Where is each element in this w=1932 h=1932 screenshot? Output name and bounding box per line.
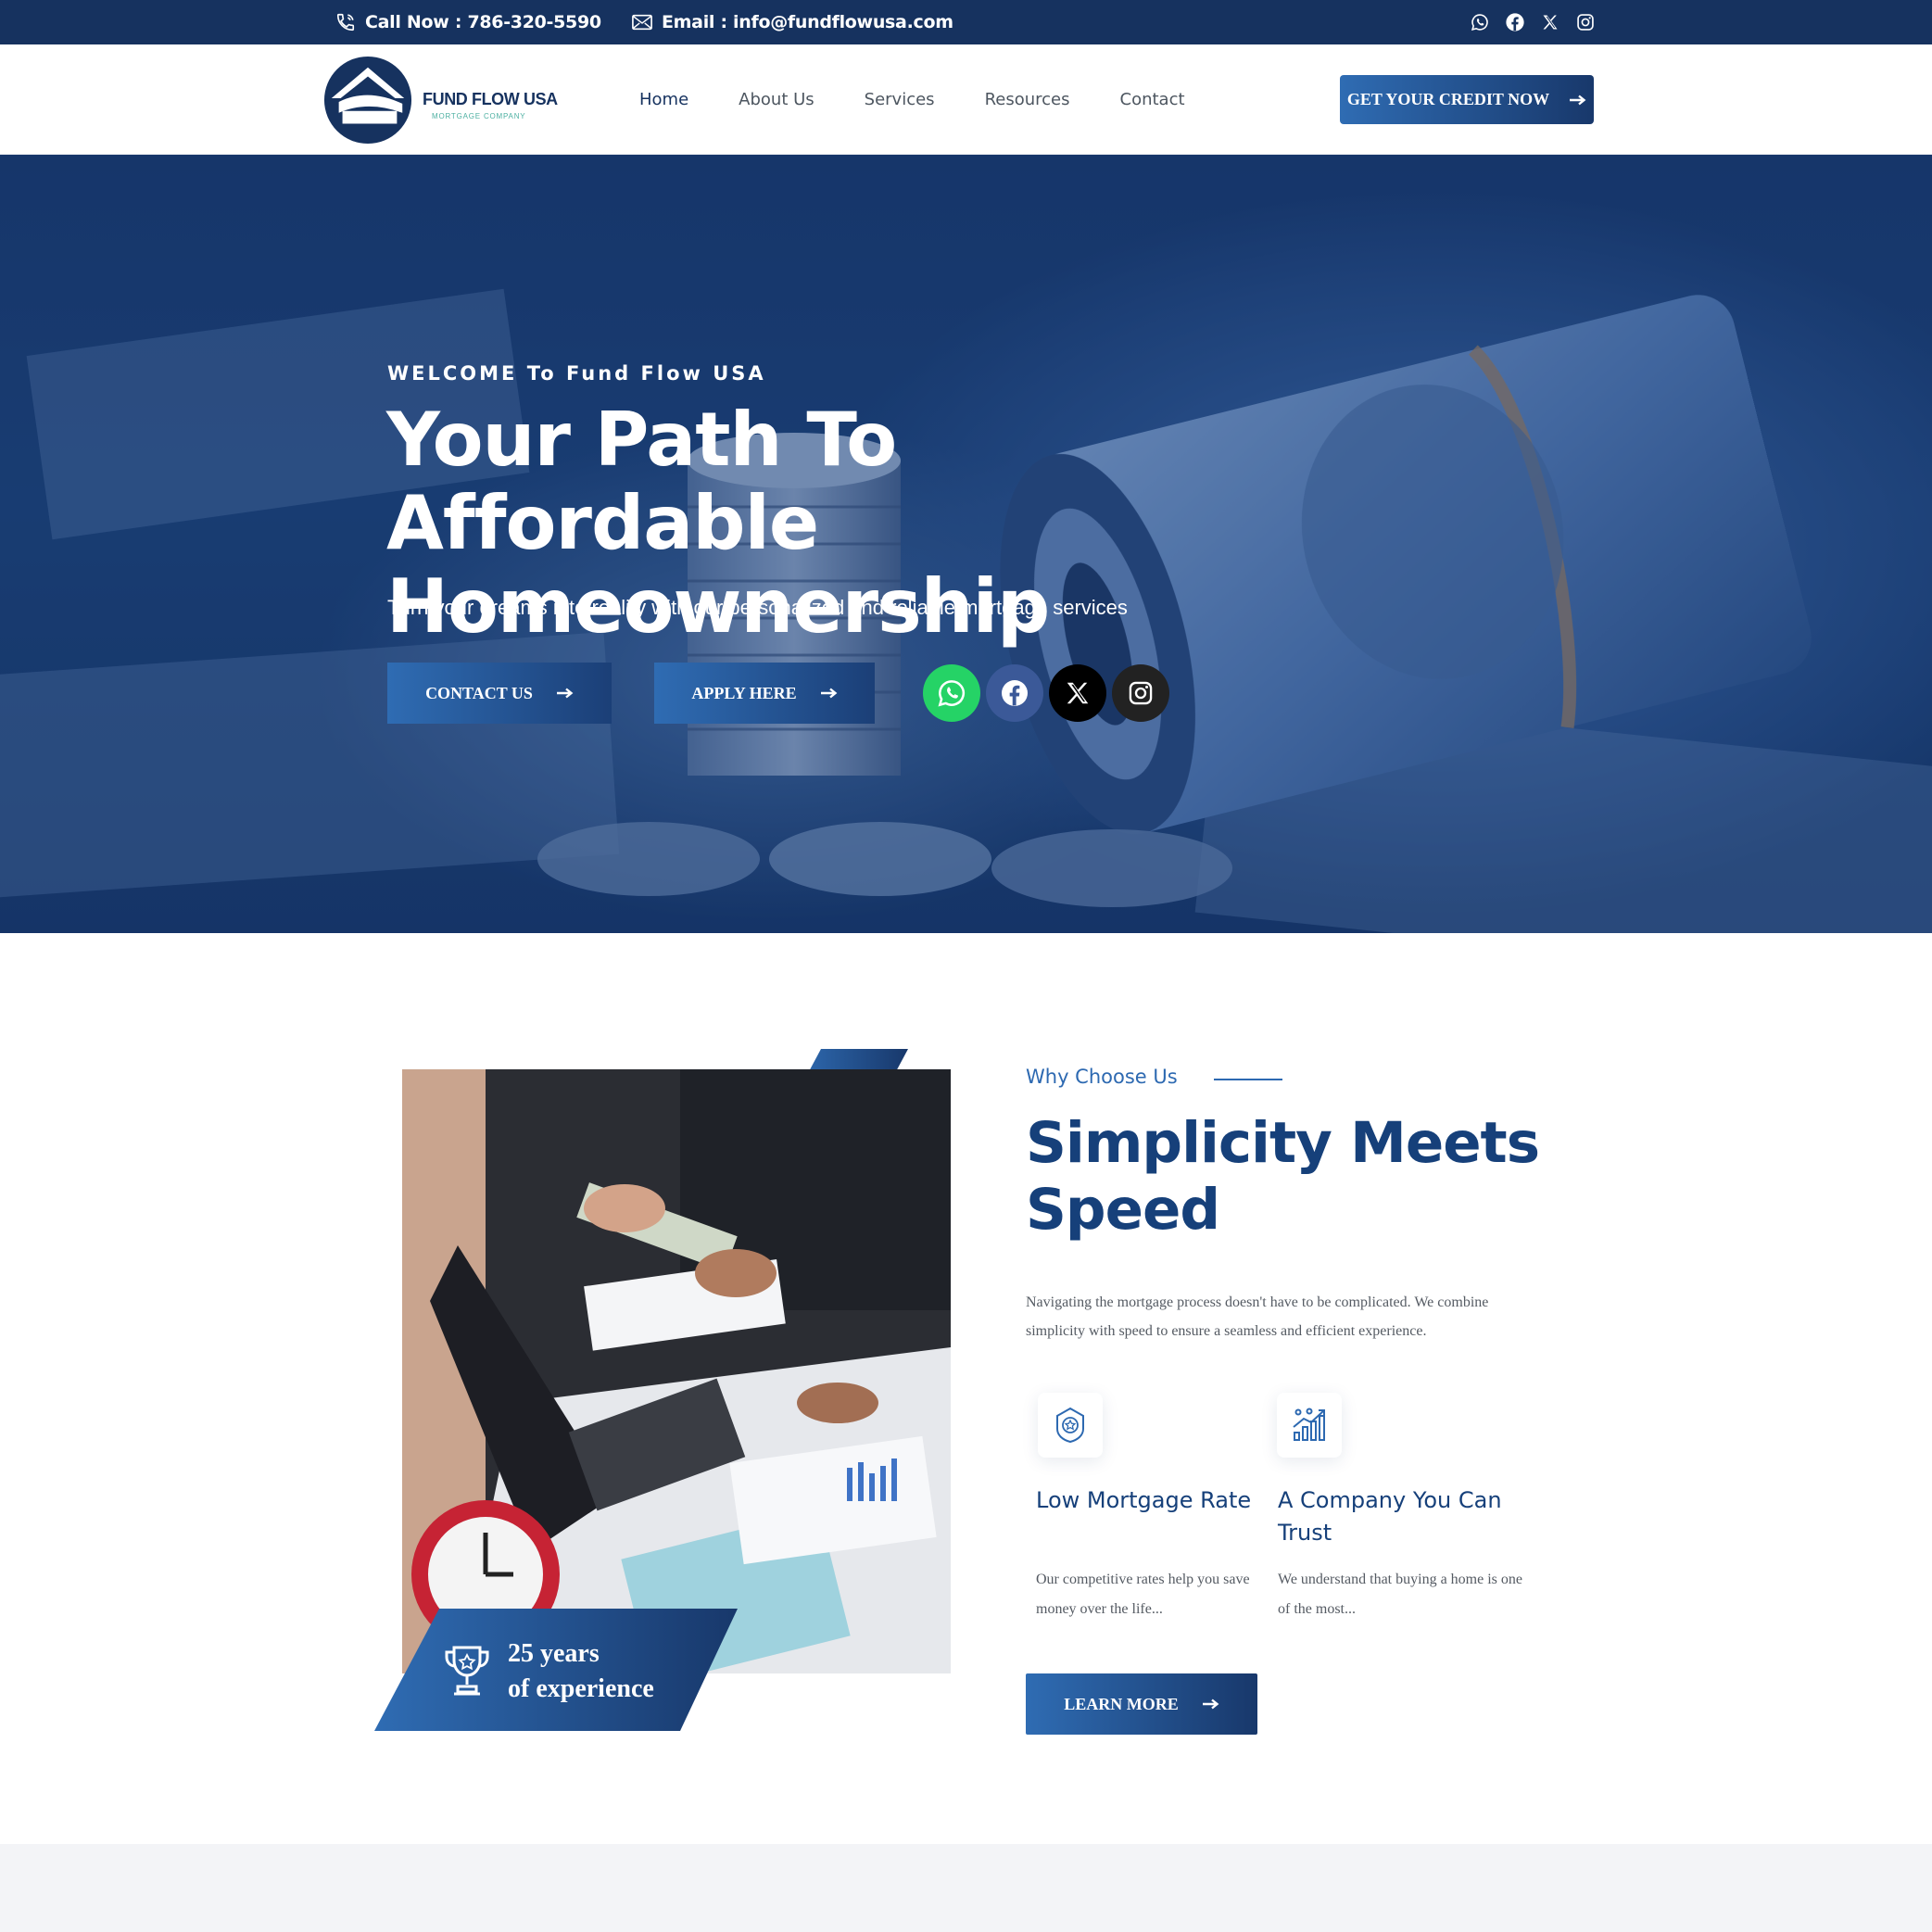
learn-more-label: LEARN MORE [1064, 1694, 1179, 1713]
nav-about-us[interactable]: About Us [739, 90, 814, 109]
feature-description: Our competitive rates help you save mone… [1036, 1572, 1250, 1617]
hero-instagram-button[interactable] [1112, 664, 1169, 722]
hero-section: WELCOME To Fund Flow USA Your Path To Af… [0, 155, 1932, 933]
whatsapp-icon [938, 680, 966, 707]
feature-title: A Company You Can Trust [1278, 1487, 1502, 1546]
main-nav: Home About Us Services Resources Contact [639, 44, 1185, 155]
contact-us-button[interactable]: CONTACT US [387, 663, 612, 724]
nav-services[interactable]: Services [865, 90, 935, 109]
why-label-divider [1214, 1079, 1282, 1080]
facebook-icon[interactable] [1505, 12, 1525, 32]
x-icon[interactable] [1540, 12, 1560, 32]
apply-here-button[interactable]: APPLY HERE [654, 663, 875, 724]
award-badge-icon [1056, 1407, 1084, 1444]
hero-whatsapp-button[interactable] [923, 664, 980, 722]
arrow-right-icon [1202, 1698, 1219, 1710]
logo-subtitle: MORTGAGE COMPANY [432, 112, 526, 120]
x-icon [1067, 682, 1089, 704]
instagram-icon[interactable] [1575, 12, 1596, 32]
site-header: FUND FLOW USA MORTGAGE COMPANY Home Abou… [0, 44, 1932, 155]
contact-us-label: CONTACT US [425, 683, 533, 702]
why-choose-label: Why Choose Us [1026, 1066, 1178, 1088]
arrow-right-icon [820, 688, 837, 699]
phone-icon [336, 13, 355, 32]
logo-text: FUND FLOW USA MORTGAGE COMPANY [423, 90, 558, 120]
why-title-line2: Speed [1026, 1177, 1220, 1243]
feature-icon-box [1277, 1393, 1342, 1458]
apply-here-label: APPLY HERE [691, 683, 797, 702]
experience-years: 25 years [508, 1639, 600, 1668]
hero-x-button[interactable] [1049, 664, 1106, 722]
arrow-right-icon [556, 688, 574, 699]
topbar-socials [1470, 0, 1596, 44]
trophy-icon [445, 1646, 489, 1696]
why-description: Navigating the mortgage process doesn't … [1026, 1294, 1489, 1339]
nav-resources[interactable]: Resources [985, 90, 1070, 109]
logo[interactable]: FUND FLOW USA MORTGAGE COMPANY [322, 55, 558, 147]
why-title-line1: Simplicity Meets [1026, 1110, 1540, 1176]
hero-title-line1: Your Path To Affordable [386, 397, 897, 566]
whatsapp-icon[interactable] [1470, 12, 1490, 32]
feature-title: Low Mortgage Rate [1036, 1487, 1252, 1513]
logo-mark [323, 56, 412, 145]
business-meeting-photo [402, 1069, 951, 1673]
hero-subtitle: Turn your dreams into reality with our p… [387, 596, 1128, 619]
mail-icon [632, 14, 652, 31]
logo-title: FUND FLOW USA [423, 90, 558, 108]
experience-text: 25 years of experience [508, 1636, 654, 1707]
feature-icon-box [1038, 1393, 1103, 1458]
feature-description: We understand that buying a home is one … [1278, 1572, 1522, 1617]
call-now[interactable]: Call Now : 786-320-5590 [335, 0, 601, 44]
get-credit-button[interactable]: GET YOUR CREDIT NOW [1340, 75, 1594, 124]
phone-text: Call Now : 786-320-5590 [365, 12, 601, 32]
top-bar: Call Now : 786-320-5590 Email : info@fun… [0, 0, 1932, 44]
hero-facebook-button[interactable] [986, 664, 1043, 722]
nav-contact[interactable]: Contact [1120, 90, 1185, 109]
next-section-background [0, 1844, 1932, 1932]
arrow-right-icon [1570, 95, 1586, 105]
experience-caption: of experience [508, 1674, 654, 1703]
hero-eyebrow: WELCOME To Fund Flow USA [387, 362, 766, 385]
nav-home[interactable]: Home [639, 90, 688, 109]
email-text: Email : info@fundflowusa.com [662, 12, 953, 32]
email-contact[interactable]: Email : info@fundflowusa.com [632, 0, 953, 44]
why-title: Simplicity Meets Speed [1026, 1110, 1582, 1244]
cta-label: GET YOUR CREDIT NOW [1346, 90, 1550, 108]
growth-chart-icon [1293, 1408, 1325, 1441]
facebook-icon [1002, 680, 1028, 706]
instagram-icon [1129, 681, 1153, 705]
learn-more-button[interactable]: LEARN MORE [1026, 1673, 1257, 1735]
